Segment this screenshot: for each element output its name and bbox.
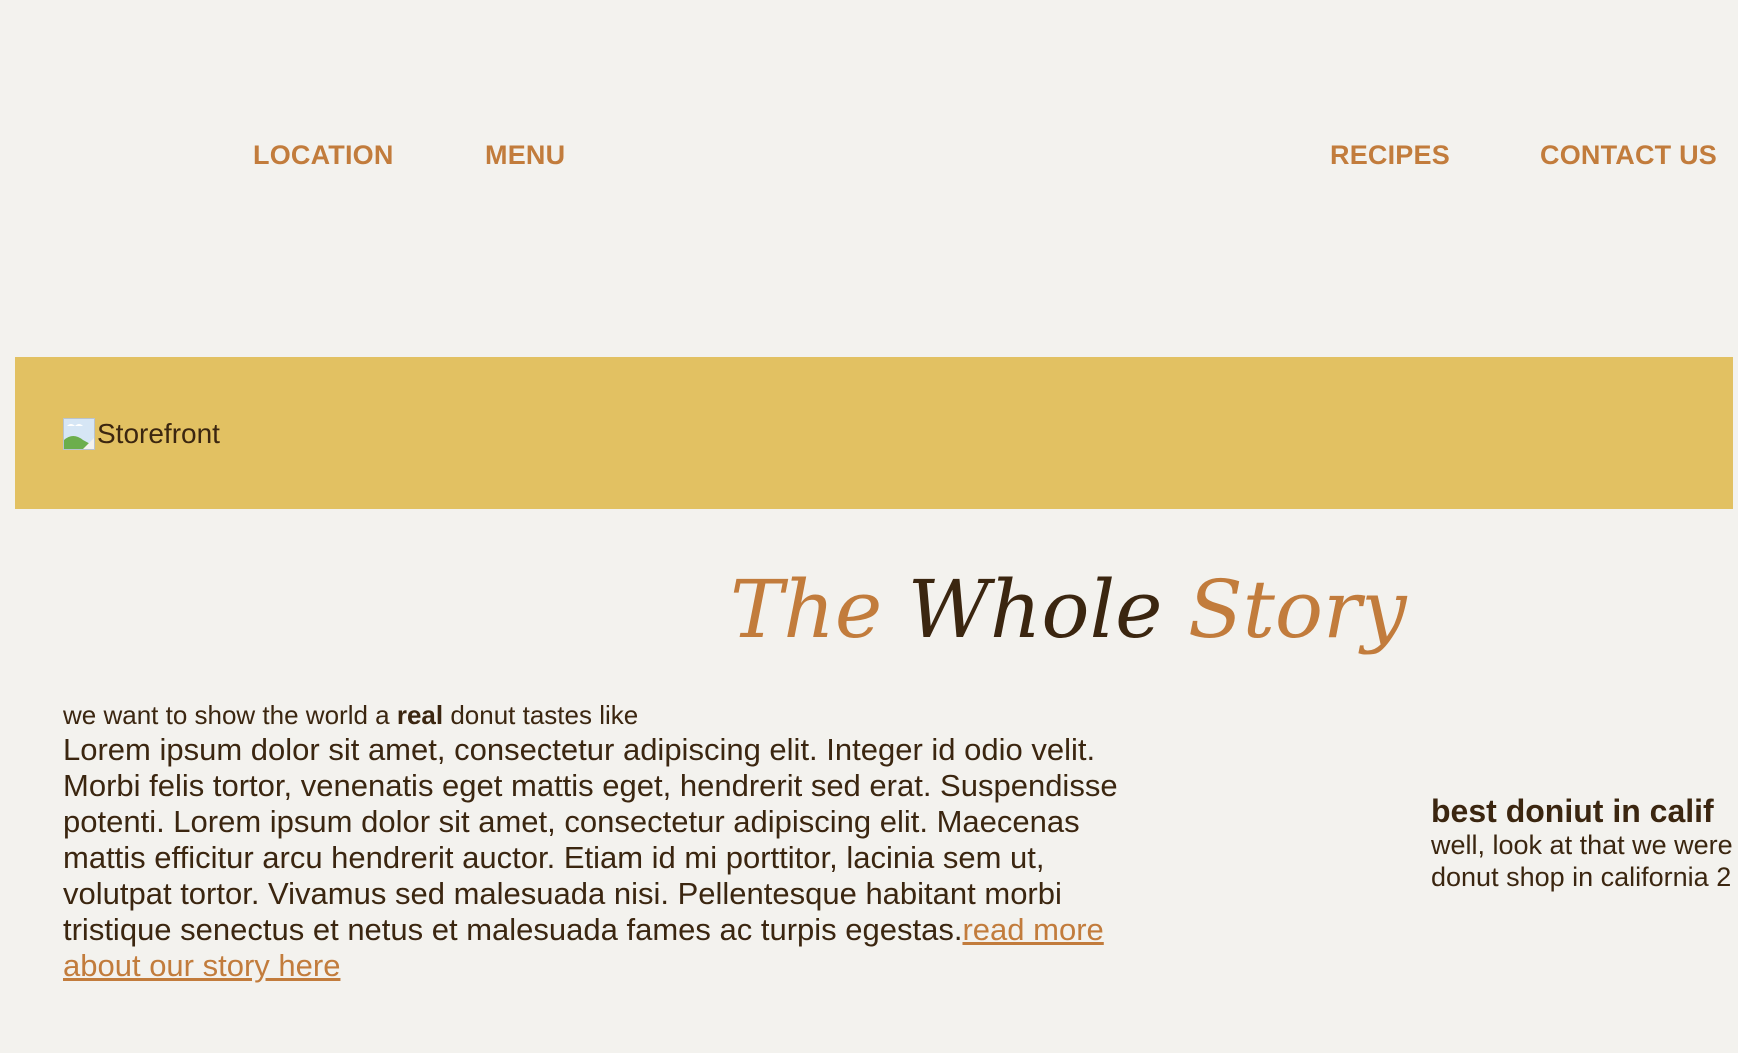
award-heading: best doniut in calif bbox=[1431, 793, 1714, 829]
award-text: well, look at that we were donut shop in… bbox=[1431, 829, 1738, 893]
nav-link-location[interactable]: LOCATION bbox=[253, 137, 394, 173]
award-section: best doniut in calif well, look at that … bbox=[1431, 790, 1738, 900]
award-text-line-1: well, look at that we were bbox=[1431, 830, 1733, 860]
story-title-word-whole: Whole bbox=[907, 563, 1163, 656]
nav-link-menu[interactable]: MENU bbox=[485, 137, 565, 173]
nav-link-contact-us[interactable]: CONTACT US bbox=[1540, 137, 1717, 173]
award-text-line-2: donut shop in california 2 bbox=[1431, 862, 1732, 892]
tagline-after: donut tastes like bbox=[443, 700, 639, 730]
story-title-word-story: Story bbox=[1187, 563, 1407, 656]
tagline-bold: real bbox=[396, 700, 444, 730]
story-body-text: Lorem ipsum dolor sit amet, consectetur … bbox=[63, 732, 1118, 947]
storefront-image: Storefront bbox=[63, 417, 220, 451]
tagline-before: we want to show the world a bbox=[63, 700, 397, 730]
story-tagline: we want to show the world a real donut t… bbox=[63, 698, 638, 732]
nav-link-recipes[interactable]: RECIPES bbox=[1330, 137, 1450, 173]
broken-image-icon bbox=[63, 418, 95, 450]
hero-banner bbox=[15, 357, 1733, 509]
story-body: Lorem ipsum dolor sit amet, consectetur … bbox=[63, 732, 1123, 984]
story-title-word-the: The bbox=[730, 563, 883, 656]
storefront-image-alt-text: Storefront bbox=[97, 418, 220, 449]
